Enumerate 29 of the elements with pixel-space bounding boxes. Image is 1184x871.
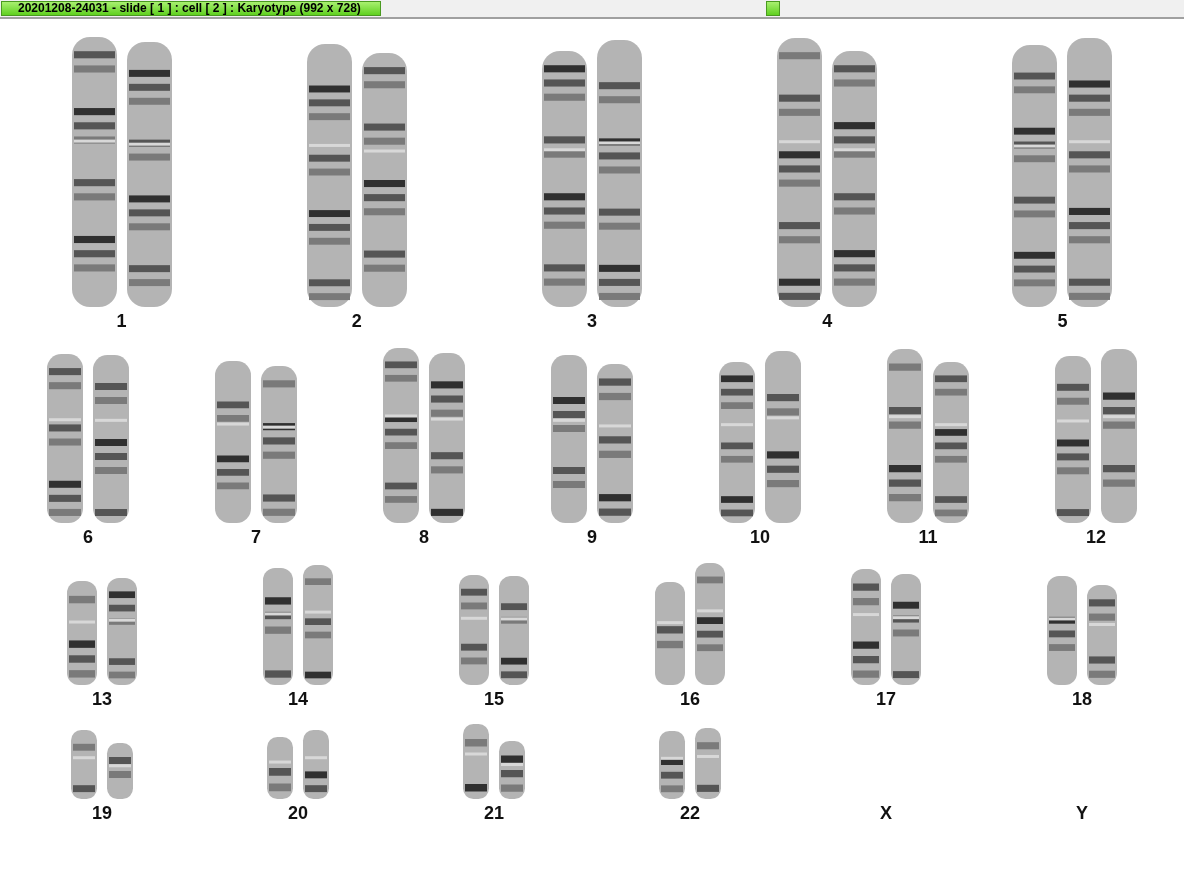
chromosome-pair-drawing [71, 730, 133, 799]
chromosome-label: 12 [1086, 527, 1106, 547]
chromosome-label: 3 [587, 311, 597, 331]
chromosome-pair-drawing [267, 730, 329, 799]
chromosome-label: 21 [484, 803, 504, 823]
chromosome-label: 2 [351, 311, 362, 331]
chromosome-pair-drawing [659, 728, 721, 799]
chromosome-label: 15 [484, 689, 504, 709]
chromosome-label: 6 [83, 527, 93, 547]
chromosome-label: 19 [92, 803, 112, 823]
chromosome-label: 9 [587, 527, 597, 547]
chromosome-label: 22 [680, 803, 700, 823]
chromosome-label: 10 [750, 527, 770, 547]
chromosome-label: 20 [288, 803, 308, 823]
chromosome-label: 7 [251, 527, 261, 547]
chromosome-label: 16 [680, 689, 700, 709]
chromosome-label: X [880, 803, 892, 823]
chromosome-label: Y [1076, 803, 1088, 823]
chromosome-label: 8 [419, 527, 429, 547]
window-title: 20201208-24031 - slide [ 1 ] : cell [ 2 ] : Karyotype (992 x 728) [1, 1, 381, 16]
chromosome-label: 13 [92, 689, 112, 709]
chromosome-label: 11 [918, 527, 938, 547]
chromosome-label: 5 [1057, 311, 1068, 331]
progress-marker [766, 1, 780, 16]
chromosome-label: 4 [822, 311, 833, 331]
chromosome-label: 17 [876, 689, 896, 709]
chromosome-label: 1 [116, 311, 127, 331]
chromosome-label: 18 [1072, 689, 1092, 709]
chromosome-label: 14 [288, 689, 308, 709]
